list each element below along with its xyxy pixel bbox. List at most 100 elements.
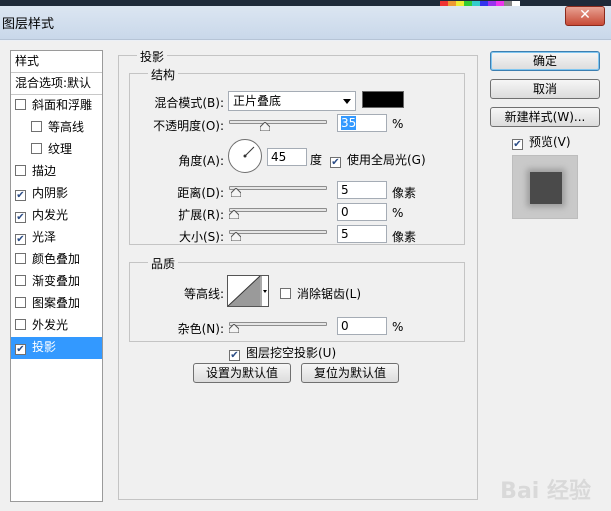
- style-item-checkbox[interactable]: [15, 319, 26, 330]
- anti-alias-checkbox[interactable]: [280, 288, 291, 299]
- distance-label: 距离(D):: [177, 186, 224, 200]
- noise-input[interactable]: 0: [337, 317, 387, 335]
- preview-checkbox-wrap[interactable]: ✔ 预览(V): [512, 133, 571, 150]
- style-item-checkbox[interactable]: [31, 121, 42, 132]
- angle-dial-icon: [243, 146, 255, 158]
- style-item-label: 渐变叠加: [32, 274, 81, 288]
- noise-slider[interactable]: [229, 322, 327, 326]
- spread-input[interactable]: 0: [337, 203, 387, 221]
- chevron-down-icon: [343, 99, 351, 104]
- blend-mode-value: 正片叠底: [233, 94, 282, 108]
- distance-slider-thumb[interactable]: [230, 188, 241, 197]
- noise-slider-thumb[interactable]: [229, 324, 239, 333]
- style-item-label: 斜面和浮雕: [32, 98, 93, 112]
- style-list-item[interactable]: 斜面和浮雕: [11, 95, 102, 117]
- style-list-item[interactable]: 渐变叠加: [11, 271, 102, 293]
- color-swatch-strip: [440, 1, 520, 6]
- angle-dial[interactable]: [228, 139, 262, 173]
- noise-label: 杂色(N):: [177, 322, 224, 336]
- knockout-checkbox-wrap[interactable]: ✔ 图层挖空投影(U): [229, 344, 336, 361]
- style-list-item[interactable]: 颜色叠加: [11, 249, 102, 271]
- angle-label: 角度(A):: [178, 154, 224, 168]
- blend-options-item[interactable]: 混合选项:默认: [11, 73, 102, 95]
- style-item-checkbox[interactable]: ✔: [15, 212, 26, 223]
- style-list-item[interactable]: 图案叠加: [11, 293, 102, 315]
- drop-shadow-title: 投影: [137, 48, 168, 65]
- size-input[interactable]: 5: [337, 225, 387, 243]
- size-label: 大小(S):: [178, 230, 224, 244]
- spread-slider[interactable]: [229, 208, 327, 212]
- angle-input[interactable]: 45: [267, 148, 307, 166]
- style-item-checkbox[interactable]: [15, 99, 26, 110]
- style-items: 斜面和浮雕等高线纹理描边 ✔ 内阴影 ✔ 内发光 ✔ 光泽颜色叠加渐变叠加图案叠加外发光 ✔ 投…: [11, 95, 102, 359]
- watermark: Bai 经验: [500, 479, 591, 504]
- style-list-item[interactable]: 等高线: [11, 117, 102, 139]
- opacity-slider[interactable]: [229, 120, 327, 124]
- global-light-label: 使用全局光(G): [347, 153, 426, 167]
- style-item-label: 内阴影: [32, 186, 69, 200]
- knockout-checkbox[interactable]: ✔: [229, 350, 240, 361]
- style-item-label: 颜色叠加: [32, 252, 81, 266]
- distance-input[interactable]: 5: [337, 181, 387, 199]
- style-item-checkbox[interactable]: [15, 253, 26, 264]
- shadow-color-swatch[interactable]: [362, 91, 404, 108]
- quality-group: 品质 等高线: 消除锯齿(L) 杂色(N): 0 %: [129, 255, 465, 342]
- style-item-checkbox[interactable]: ✔: [15, 344, 26, 355]
- spread-slider-thumb[interactable]: [229, 210, 239, 219]
- spread-unit: %: [392, 206, 404, 220]
- style-list-header[interactable]: 样式: [11, 51, 102, 73]
- preview-checkbox[interactable]: ✔: [512, 139, 523, 150]
- anti-alias-label: 消除锯齿(L): [297, 287, 362, 301]
- contour-picker[interactable]: [227, 275, 269, 307]
- distance-unit: 像素: [392, 186, 417, 200]
- opacity-label: 不透明度(O):: [153, 119, 224, 133]
- style-item-checkbox[interactable]: ✔: [15, 234, 26, 245]
- style-item-label: 图案叠加: [32, 296, 81, 310]
- distance-slider[interactable]: [229, 186, 327, 190]
- size-slider[interactable]: [229, 230, 327, 234]
- style-item-checkbox[interactable]: ✔: [15, 190, 26, 201]
- style-item-label: 内发光: [32, 208, 69, 222]
- size-slider-thumb[interactable]: [230, 232, 241, 241]
- style-list-item[interactable]: 外发光: [11, 315, 102, 337]
- global-light-checkbox-wrap[interactable]: ✔ 使用全局光(G): [330, 151, 426, 168]
- style-list: 样式 混合选项:默认 斜面和浮雕等高线纹理描边 ✔ 内阴影 ✔ 内发光 ✔ 光泽颜色叠加渐变…: [10, 50, 103, 502]
- opacity-unit: %: [392, 117, 404, 131]
- style-item-label: 投影: [32, 340, 57, 354]
- style-list-item[interactable]: 纹理: [11, 139, 102, 161]
- preview-swatch: [530, 172, 562, 204]
- opacity-input[interactable]: 35: [337, 114, 387, 132]
- make-default-button[interactable]: 设置为默认值: [193, 363, 291, 383]
- cancel-button[interactable]: 取消: [490, 79, 600, 99]
- style-preview: [512, 155, 578, 219]
- close-button[interactable]: ✕: [565, 6, 605, 26]
- blend-mode-select[interactable]: 正片叠底: [228, 91, 356, 111]
- ok-button[interactable]: 确定: [490, 51, 600, 71]
- style-list-item[interactable]: ✔ 光泽: [11, 227, 102, 249]
- style-item-label: 纹理: [48, 142, 73, 156]
- anti-alias-checkbox-wrap[interactable]: 消除锯齿(L): [280, 285, 361, 302]
- title-bar: 图层样式 ✕: [0, 0, 611, 40]
- style-list-item[interactable]: 描边: [11, 161, 102, 183]
- style-item-checkbox[interactable]: [31, 143, 42, 154]
- style-item-checkbox[interactable]: [15, 165, 26, 176]
- spread-label: 扩展(R):: [178, 208, 224, 222]
- style-item-checkbox[interactable]: [15, 275, 26, 286]
- structure-group: 结构 混合模式(B): 正片叠底 不透明度(O): 35 % 角度(A): 45…: [129, 66, 465, 245]
- style-list-item[interactable]: ✔ 内发光: [11, 205, 102, 227]
- reset-default-button[interactable]: 复位为默认值: [301, 363, 399, 383]
- style-item-checkbox[interactable]: [15, 297, 26, 308]
- style-list-item[interactable]: ✔ 投影: [11, 337, 102, 359]
- blend-mode-label: 混合模式(B):: [154, 96, 224, 110]
- drop-shadow-group: 投影 结构 混合模式(B): 正片叠底 不透明度(O): 35 % 角度(A):…: [118, 48, 478, 500]
- opacity-slider-thumb[interactable]: [259, 122, 270, 131]
- structure-title: 结构: [148, 66, 179, 83]
- style-list-item[interactable]: ✔ 内阴影: [11, 183, 102, 205]
- global-light-checkbox[interactable]: ✔: [330, 157, 341, 168]
- contour-label: 等高线:: [183, 287, 224, 301]
- new-style-button[interactable]: 新建样式(W)...: [490, 107, 600, 127]
- style-item-label: 描边: [32, 164, 57, 178]
- style-item-label: 等高线: [48, 120, 85, 134]
- style-item-label: 外发光: [32, 318, 69, 332]
- close-icon: ✕: [579, 7, 591, 23]
